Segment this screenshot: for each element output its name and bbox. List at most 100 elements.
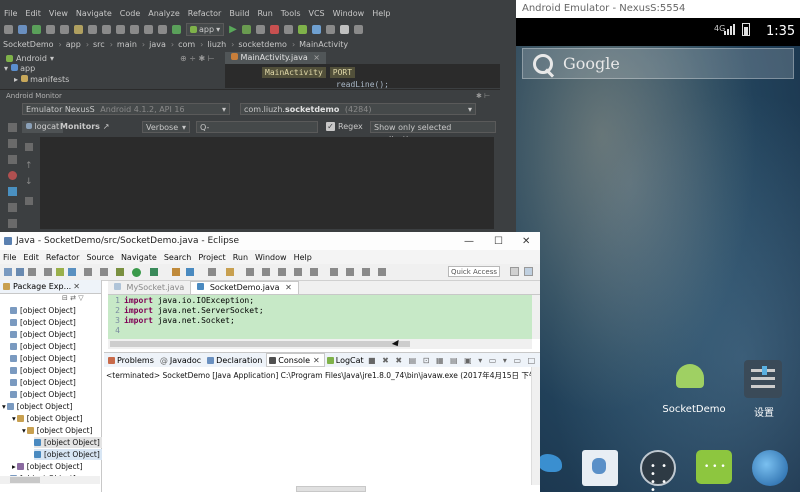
lint-icon[interactable] <box>68 268 76 276</box>
view-menu-icon[interactable]: ▽ <box>78 294 83 302</box>
device-icon[interactable] <box>8 187 17 196</box>
menu-source[interactable]: Source <box>83 253 117 262</box>
debug-icon[interactable] <box>116 268 124 276</box>
logcat-output[interactable] <box>40 137 494 229</box>
debug-icon[interactable] <box>241 24 251 34</box>
arrow-up-icon[interactable]: ↑ <box>25 161 33 171</box>
menu-navigate[interactable]: Navigate <box>118 253 161 262</box>
menu-window[interactable]: Window <box>252 253 291 262</box>
globe-icon[interactable] <box>752 450 788 486</box>
code-hscrollbar[interactable] <box>108 339 532 349</box>
settings-app-icon[interactable] <box>744 360 782 398</box>
tree-item[interactable]: [object Object] <box>34 437 102 448</box>
clear-log-icon[interactable] <box>8 123 17 132</box>
tree-item[interactable]: [object Object] <box>10 389 76 400</box>
screenshot-icon[interactable] <box>8 139 17 148</box>
new-package-icon[interactable] <box>172 268 180 276</box>
breadcrumb-item[interactable]: SocketDemo <box>0 40 58 49</box>
forward-icon[interactable] <box>158 24 167 34</box>
close-icon[interactable]: × <box>313 53 320 62</box>
menu-run[interactable]: Run <box>230 253 252 262</box>
run-icon[interactable] <box>132 268 141 277</box>
panel-gear-icon[interactable]: ✱ ⊢ <box>476 92 490 100</box>
tree-item-manifests[interactable]: ▸ manifests <box>14 75 69 84</box>
annotation-icon[interactable] <box>246 268 254 276</box>
forward-icon[interactable] <box>346 268 354 276</box>
tab-problems[interactable]: Problems <box>106 356 158 365</box>
as-menu-tools[interactable]: Tools <box>277 9 305 18</box>
redo-icon[interactable] <box>60 24 69 34</box>
as-menu-refactor[interactable]: Refactor <box>184 9 226 18</box>
arrow-down-icon[interactable]: ↓ <box>25 177 33 187</box>
back-icon[interactable] <box>330 268 338 276</box>
code-vscrollbar[interactable] <box>532 295 540 339</box>
as-menu-window[interactable]: Window <box>329 9 369 18</box>
console-toolbar-icons[interactable]: ■ ✖ ✖ ▤ ⊡ ▦ ▤ ▣ ▾ ▭ ▾ ▭ □ <box>368 356 537 365</box>
pin-icon[interactable] <box>362 268 370 276</box>
terminate-icon[interactable] <box>8 171 17 180</box>
messaging-icon[interactable]: • • • <box>696 450 732 484</box>
undo-icon[interactable] <box>46 24 55 34</box>
search-icon[interactable] <box>226 268 234 276</box>
android-sdk-icon[interactable] <box>44 268 52 276</box>
close-icon[interactable]: ✕ <box>522 236 530 247</box>
print-icon[interactable] <box>28 268 36 276</box>
external-tools-icon[interactable] <box>150 268 158 276</box>
breadcrumb-item[interactable]: socketdemo <box>235 40 291 49</box>
tree-item-app[interactable]: ▾ app <box>4 64 35 73</box>
toggle-mark-icon[interactable] <box>262 268 270 276</box>
close-icon[interactable]: ✕ <box>73 282 80 291</box>
back-icon[interactable] <box>144 24 153 34</box>
menu-project[interactable]: Project <box>195 253 229 262</box>
as-menu-run[interactable]: Run <box>253 9 276 18</box>
tree-item[interactable]: [object Object] <box>10 365 76 376</box>
logcat-search-input[interactable]: Q- <box>196 121 318 133</box>
tree-item[interactable]: [object Object] <box>34 449 102 460</box>
tab-logcat[interactable]: LogCat <box>325 356 368 365</box>
find-icon[interactable] <box>116 24 125 34</box>
tab-mainactivity[interactable]: MainActivity.java × <box>225 52 326 64</box>
chip-class[interactable]: MainActivity <box>262 67 326 78</box>
collapse-all-icon[interactable]: ⊟ <box>62 294 68 302</box>
tree-item[interactable]: ▾ [object Object] <box>12 413 83 424</box>
as-menu-build[interactable]: Build <box>225 9 253 18</box>
tab-socketdemo[interactable]: SocketDemo.java ✕ <box>190 281 299 294</box>
tree-item[interactable]: [object Object] <box>10 329 76 340</box>
as-menu-navigate[interactable]: Navigate <box>72 9 116 18</box>
perspective-java-icon[interactable] <box>510 267 519 276</box>
breadcrumb-item[interactable]: app <box>63 40 85 49</box>
new-icon[interactable] <box>4 268 12 276</box>
run-icon[interactable]: ▶ <box>229 24 237 35</box>
tab-console[interactable]: Console ✕ <box>266 353 325 367</box>
breadcrumb-item[interactable]: liuzh <box>204 40 230 49</box>
as-menu-view[interactable]: View <box>45 9 72 18</box>
regex-checkbox[interactable]: ✓ <box>326 122 335 131</box>
tree-item[interactable]: [object Object] <box>10 305 76 316</box>
menu-help[interactable]: Help <box>291 253 316 262</box>
breadcrumb-item[interactable]: main <box>114 40 141 49</box>
process-select[interactable]: com.liuzh.socketdemo (4284) ▾ <box>240 103 476 115</box>
device-select[interactable]: Emulator NexusS Android 4.1.2, API 16 ▾ <box>22 103 230 115</box>
menu-file[interactable]: File <box>0 253 20 262</box>
as-menu-code[interactable]: Code <box>116 9 144 18</box>
chip-field[interactable]: PORT <box>329 67 356 78</box>
settings-icon[interactable] <box>353 24 363 34</box>
gradle-icon[interactable] <box>311 24 321 34</box>
browser-icon[interactable] <box>538 454 562 472</box>
help-icon[interactable] <box>8 219 17 228</box>
maximize-icon[interactable]: ☐ <box>494 236 503 247</box>
next-annotation-icon[interactable] <box>310 268 318 276</box>
perspective-ddms-icon[interactable] <box>524 267 533 276</box>
close-icon[interactable]: ✕ <box>285 283 292 292</box>
last-edit-icon[interactable] <box>378 268 386 276</box>
log-level-select[interactable]: Verbose ▾ <box>142 121 190 133</box>
tree-item[interactable]: ▸ [object Object] <box>12 461 83 472</box>
link-editor-icon[interactable]: ⇄ <box>70 294 76 302</box>
open-icon[interactable] <box>4 24 13 34</box>
stop-icon[interactable] <box>269 24 279 34</box>
chevron-down-icon[interactable]: ▾ <box>50 54 54 63</box>
as-menu-edit[interactable]: Edit <box>21 9 45 18</box>
record-icon[interactable] <box>8 155 17 164</box>
restart-icon[interactable] <box>25 197 33 205</box>
make-icon[interactable] <box>172 24 181 34</box>
